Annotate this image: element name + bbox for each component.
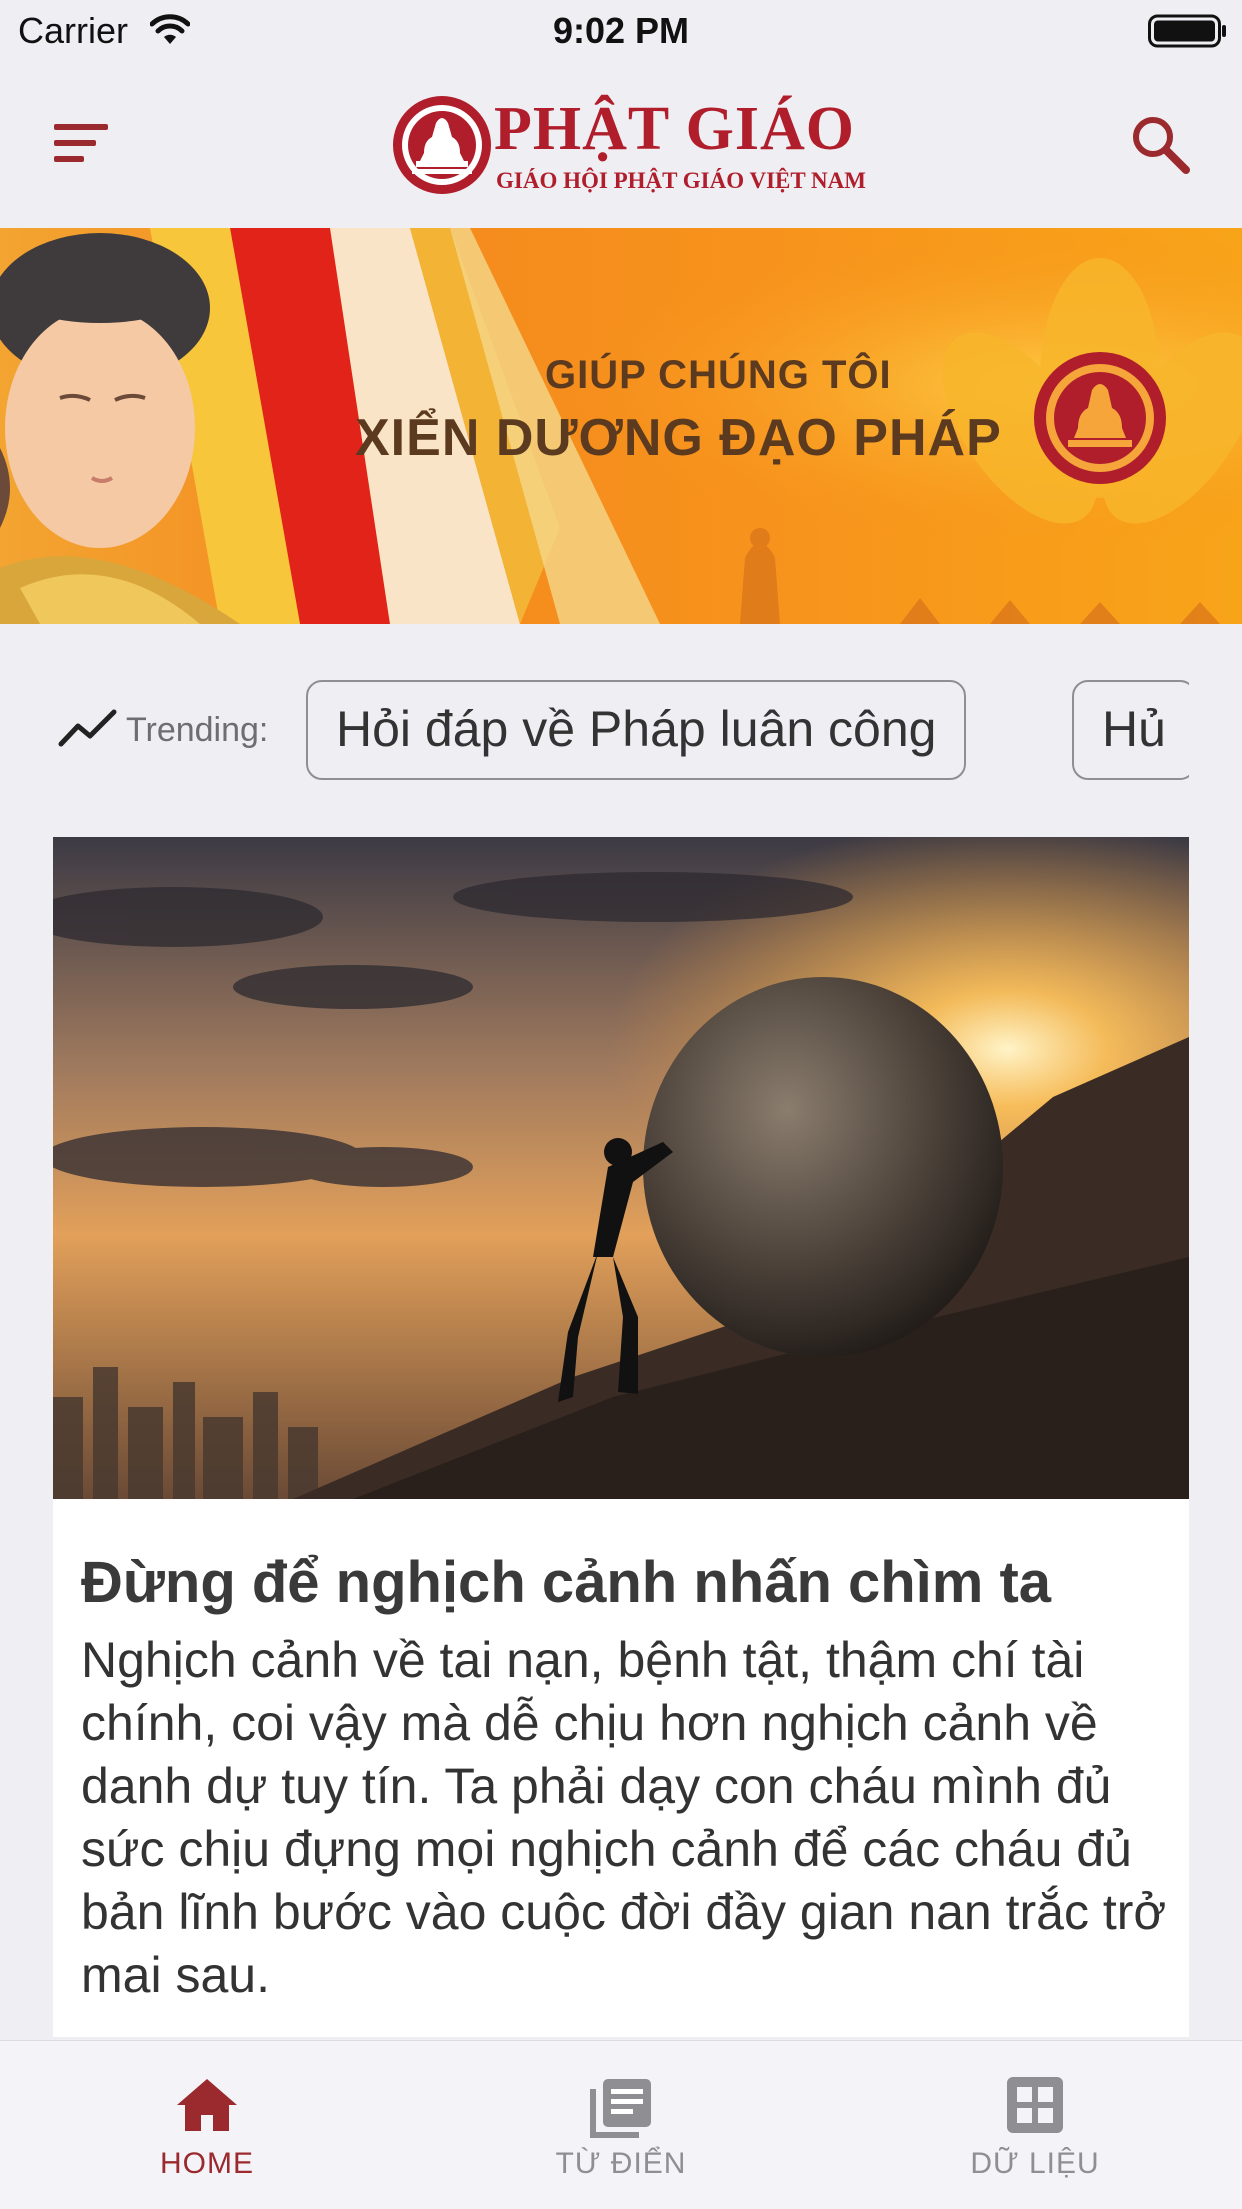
trending-label: Trending: bbox=[126, 711, 269, 749]
trending-chip[interactable]: Hủ bbox=[1072, 680, 1189, 780]
tab-data-label: DỮ LIỆU bbox=[970, 2147, 1100, 2180]
logo-title: PHẬT GIÁO bbox=[494, 95, 855, 163]
dictionary-icon bbox=[589, 2077, 653, 2144]
article-summary: Nghịch cảnh về tai nạn, bệnh tật, thậm c… bbox=[81, 1632, 1167, 2003]
tab-bar: HOME TỪ ĐIỂN DỮ LIỆU bbox=[0, 2040, 1242, 2209]
trending-icon bbox=[58, 706, 118, 755]
app-header: PHẬT GIÁO GIÁO HỘI PHẬT GIÁO VIỆT NAM bbox=[0, 62, 1242, 227]
tab-dictionary[interactable]: TỪ ĐIỂN bbox=[414, 2041, 828, 2209]
logo-subtitle: GIÁO HỘI PHẬT GIÁO VIỆT NAM bbox=[496, 168, 866, 193]
article-card[interactable]: Đừng để nghịch cảnh nhấn chìm ta Nghịch … bbox=[53, 837, 1189, 2037]
logo-emblem-icon bbox=[393, 96, 491, 194]
banner-line1: GIÚP CHÚNG TÔI bbox=[545, 353, 892, 397]
menu-icon[interactable] bbox=[50, 120, 120, 170]
promo-banner[interactable]: GIÚP CHÚNG TÔI XIỂN DƯƠNG ĐẠO PHÁP bbox=[0, 228, 1242, 624]
article-image bbox=[53, 837, 1189, 1499]
tab-data[interactable]: DỮ LIỆU bbox=[828, 2041, 1242, 2209]
tab-home[interactable]: HOME bbox=[0, 2041, 414, 2209]
status-bar: Carrier 9:02 PM bbox=[0, 0, 1242, 62]
article-title[interactable]: Đừng để nghịch cảnh nhấn chìm ta bbox=[81, 1549, 1171, 1616]
trending-bar: Trending: Hỏi đáp về Pháp luân công Hủ bbox=[0, 676, 1242, 786]
trending-chip[interactable]: Hỏi đáp về Pháp luân công bbox=[306, 680, 967, 780]
app-logo: PHẬT GIÁO GIÁO HỘI PHẬT GIÁO VIỆT NAM bbox=[392, 92, 866, 202]
tab-home-label: HOME bbox=[160, 2147, 254, 2180]
banner-line2: XIỂN DƯƠNG ĐẠO PHÁP bbox=[355, 409, 1002, 467]
tab-dictionary-label: TỪ ĐIỂN bbox=[555, 2147, 687, 2180]
clock: 9:02 PM bbox=[552, 10, 690, 51]
battery-icon bbox=[1148, 14, 1228, 53]
search-icon[interactable] bbox=[1128, 112, 1194, 178]
home-icon bbox=[175, 2077, 239, 2138]
trending-chips[interactable]: Hỏi đáp về Pháp luân công Hủ bbox=[306, 678, 1189, 784]
grid-icon bbox=[1007, 2077, 1063, 2138]
